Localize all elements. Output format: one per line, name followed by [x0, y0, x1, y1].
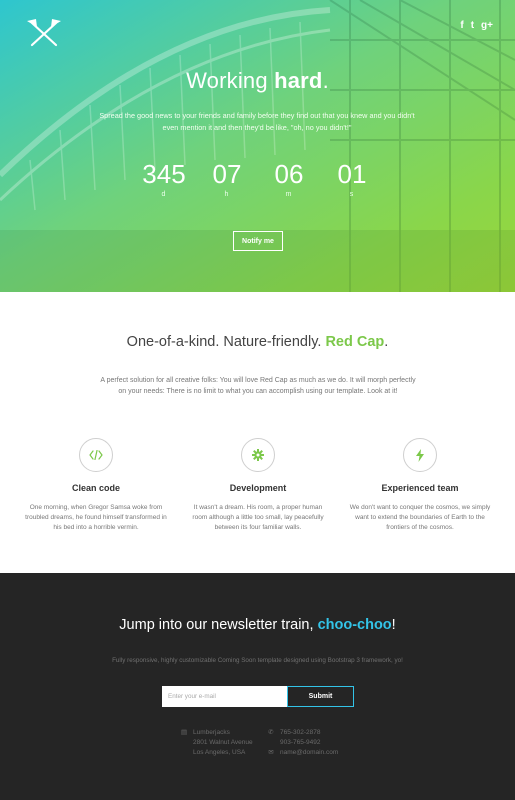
address-row: ▤ Lumberjacks	[181, 728, 253, 738]
facebook-icon[interactable]: f	[460, 20, 463, 31]
feature-icon-circle	[79, 438, 113, 472]
contact-email-link[interactable]: name@domain.com	[280, 748, 338, 758]
countdown: 345 d 07 h 06 m 01 s	[128, 160, 388, 200]
phone-icon: ✆	[268, 729, 274, 736]
notify-me-button[interactable]: Notify me	[233, 231, 283, 251]
gear-icon	[252, 449, 264, 461]
countdown-seconds: 01 s	[322, 160, 382, 198]
countdown-days-value: 345	[142, 159, 186, 189]
feature-text: We don't want to conquer the cosmos, we …	[349, 504, 491, 531]
countdown-hours-value: 07	[212, 159, 242, 189]
countdown-seconds-value: 01	[337, 159, 367, 189]
countdown-minutes: 06 m	[259, 160, 319, 198]
feature-text: One morning, when Gregor Samsa woke from…	[25, 504, 167, 531]
countdown-seconds-unit: s	[349, 191, 355, 198]
newsletter-subtitle: Fully responsive, highly customizable Co…	[112, 657, 403, 664]
social-links: f t g+	[460, 20, 493, 31]
countdown-hours: 07 h	[197, 160, 257, 198]
address-line: Lumberjacks	[193, 729, 230, 736]
countdown-hours-unit: h	[224, 191, 230, 198]
hero-title: Working hard.	[0, 68, 515, 94]
address-spacer	[181, 748, 187, 758]
crossed-axes-logo-icon[interactable]	[24, 18, 64, 48]
newsletter-title-light: Jump into our newsletter train,	[119, 617, 318, 633]
feature-icon-circle	[403, 438, 437, 472]
google-plus-icon[interactable]: g+	[481, 20, 493, 31]
bolt-icon	[416, 448, 424, 462]
hero-title-bold: hard	[274, 68, 323, 93]
countdown-minutes-unit: m	[285, 191, 293, 198]
feature-title: Clean code	[71, 483, 120, 493]
newsletter-section: Jump into our newsletter train, choo-cho…	[0, 573, 515, 800]
phone-spacer	[268, 738, 274, 748]
features-title-dot: .	[384, 334, 389, 350]
address-row: Los Angeles, USA	[181, 748, 253, 758]
email-input[interactable]	[162, 686, 287, 707]
features-title: One-of-a-kind. Nature-friendly. Red Cap.	[0, 334, 515, 350]
building-icon: ▤	[181, 729, 188, 736]
phone-row: 903-765-9492	[268, 738, 338, 748]
envelope-icon: ✉	[268, 749, 274, 756]
address-spacer	[181, 738, 187, 748]
feature-text: It wasn't a dream. His room, a proper hu…	[192, 504, 324, 531]
phone-row: ✆ 765-302-2878	[268, 728, 338, 738]
feature-title: Development	[229, 483, 287, 493]
features-section: One-of-a-kind. Nature-friendly. Red Cap.…	[0, 292, 515, 573]
countdown-minutes-value: 06	[274, 159, 304, 189]
hero-section: f t g+ Working hard. Spread the good new…	[0, 0, 515, 292]
countdown-days-unit: d	[161, 191, 167, 198]
hero-title-light: Working	[186, 68, 275, 93]
newsletter-title-accent: choo-choo	[317, 617, 392, 633]
newsletter-title: Jump into our newsletter train, choo-cho…	[0, 617, 515, 633]
phone-number: 903-765-9492	[280, 739, 321, 746]
address-block: ▤ Lumberjacks 2801 Walnut Avenue Los Ang…	[181, 728, 253, 758]
phone-number: 765-302-2878	[280, 729, 321, 736]
feature-icon-circle	[241, 438, 275, 472]
contact-block: ✆ 765-302-2878 903-765-9492 ✉ name@domai…	[268, 728, 338, 758]
submit-button[interactable]: Submit	[287, 686, 354, 707]
feature-experienced-team: Experienced team We don't want to conque…	[340, 438, 500, 533]
address-row: 2801 Walnut Avenue	[181, 738, 253, 748]
feature-clean-code: Clean code One morning, when Gregor Sams…	[16, 438, 176, 533]
countdown-days: 345 d	[134, 160, 194, 198]
feature-development: Development It wasn't a dream. His room,…	[178, 438, 338, 533]
email-row: ✉ name@domain.com	[268, 748, 338, 758]
hero-subtitle: Spread the good news to your friends and…	[99, 111, 415, 132]
features-title-light: One-of-a-kind. Nature-friendly.	[126, 334, 326, 350]
address-line: 2801 Walnut Avenue	[193, 739, 253, 746]
twitter-icon[interactable]: t	[471, 20, 474, 31]
newsletter-title-end: !	[391, 617, 396, 633]
features-title-accent: Red Cap	[325, 334, 385, 350]
feature-title: Experienced team	[381, 483, 459, 493]
code-icon	[89, 450, 103, 460]
features-description: A perfect solution for all creative folk…	[100, 377, 416, 395]
hero-title-dot: .	[322, 68, 329, 93]
address-line: Los Angeles, USA	[193, 749, 246, 756]
